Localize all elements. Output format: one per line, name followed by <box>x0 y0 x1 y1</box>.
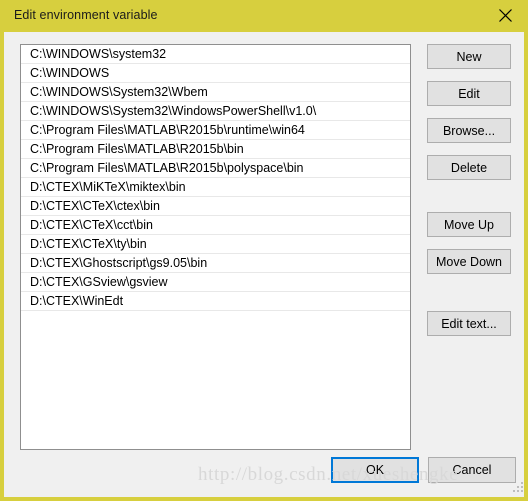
move-up-button[interactable]: Move Up <box>427 212 511 237</box>
close-button[interactable] <box>482 0 524 31</box>
browse-button[interactable]: Browse... <box>427 118 511 143</box>
resize-grip[interactable] <box>513 482 524 494</box>
list-item[interactable]: D:\CTEX\GSview\gsview <box>21 273 410 292</box>
ok-button[interactable]: OK <box>331 457 419 483</box>
list-item[interactable]: D:\CTEX\WinEdt <box>21 292 410 311</box>
list-item[interactable]: C:\WINDOWS\system32 <box>21 45 410 64</box>
resize-grip-dot <box>517 486 519 488</box>
path-listbox[interactable]: C:\WINDOWS\system32 C:\WINDOWS C:\WINDOWS\… <box>20 44 411 450</box>
list-item[interactable]: D:\CTEX\MiKTeX\miktex\bin <box>21 178 410 197</box>
list-item[interactable]: C:\Program Files\MATLAB\R2015b\polyspace… <box>21 159 410 178</box>
list-item[interactable]: C:\WINDOWS <box>21 64 410 83</box>
close-icon <box>498 9 512 22</box>
new-button[interactable]: New <box>427 44 511 69</box>
watermark-text: http://blog.csdn.net/xueshengke <box>198 464 459 485</box>
list-item[interactable]: C:\Program Files\MATLAB\R2015b\runtime\w… <box>21 121 410 140</box>
resize-grip-dot <box>521 482 523 484</box>
title-bar: Edit environment variable <box>4 0 524 32</box>
list-item[interactable]: C:\WINDOWS\System32\WindowsPowerShell\v1… <box>21 102 410 121</box>
list-item[interactable]: D:\CTEX\CTeX\ctex\bin <box>21 197 410 216</box>
move-down-button[interactable]: Move Down <box>427 249 511 274</box>
edit-text-button[interactable]: Edit text... <box>427 311 511 336</box>
list-item[interactable]: D:\CTEX\Ghostscript\gs9.05\bin <box>21 254 410 273</box>
resize-grip-dot <box>517 490 519 492</box>
list-item[interactable]: D:\CTEX\CTeX\cct\bin <box>21 216 410 235</box>
edit-environment-variable-dialog: Edit environment variable C:\WINDOWS\sys… <box>0 0 528 501</box>
cancel-button[interactable]: Cancel <box>428 457 516 483</box>
window-title: Edit environment variable <box>14 8 158 22</box>
resize-grip-dot <box>513 490 515 492</box>
list-item[interactable]: D:\CTEX\CTeX\ty\bin <box>21 235 410 254</box>
list-item[interactable]: C:\WINDOWS\System32\Wbem <box>21 83 410 102</box>
edit-button[interactable]: Edit <box>427 81 511 106</box>
list-item[interactable]: C:\Program Files\MATLAB\R2015b\bin <box>21 140 410 159</box>
dialog-client-area: C:\WINDOWS\system32 C:\WINDOWS C:\WINDOWS\… <box>4 32 524 497</box>
delete-button[interactable]: Delete <box>427 155 511 180</box>
resize-grip-dot <box>521 490 523 492</box>
resize-grip-dot <box>521 486 523 488</box>
